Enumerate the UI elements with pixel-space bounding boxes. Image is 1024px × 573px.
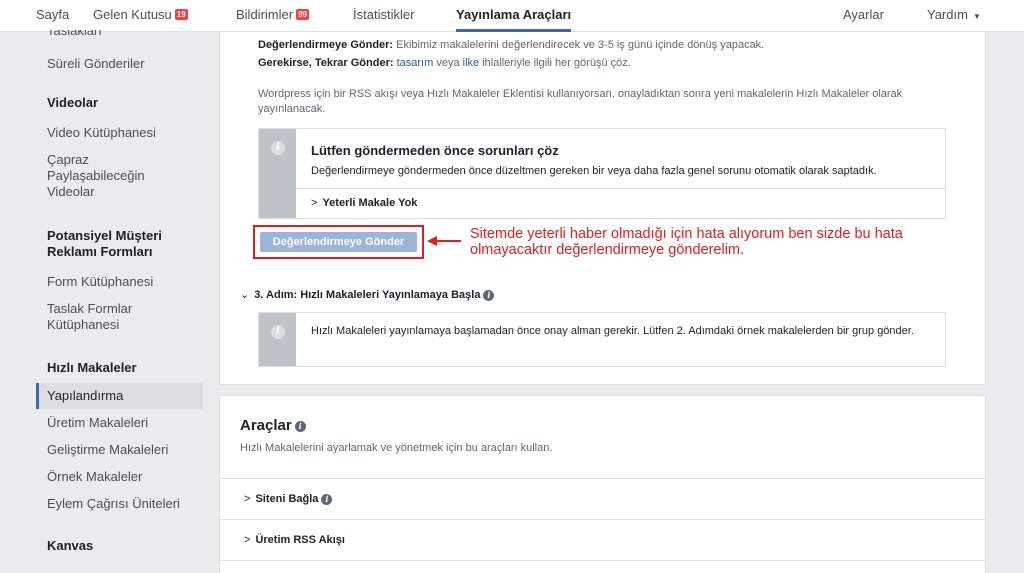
step3-title: 3. Adım: Hızlı Makaleleri Yayınlamaya Ba… <box>254 289 481 301</box>
sidebar-heading-label: Reklamı Formları <box>47 244 153 259</box>
tools-title-label: Araçlar <box>240 417 292 434</box>
tab-ayarlar[interactable]: Ayarlar <box>843 0 884 32</box>
annotation-line: olmayacaktır değerlendirmeye gönderelim. <box>470 242 745 258</box>
tools-panel: Araçlar i Hızlı Makalelerini ayarlamak ve… <box>219 395 986 573</box>
help-menu-label: Yardım <box>927 7 968 22</box>
step3-notice: i Hızlı Makaleleri yayınlamaya başlamada… <box>258 312 946 367</box>
review-step-line: Değerlendirmeye Gönder: Ekibimiz makalel… <box>258 39 764 51</box>
tools-row-label: > Siteni Bağla i <box>244 493 333 505</box>
tools-row-connect-site[interactable]: > Siteni Bağla i <box>220 478 985 518</box>
design-link[interactable]: tasarım <box>397 57 434 69</box>
tab-gelen-kutusu[interactable]: Gelen Kutusu 19 <box>93 0 188 32</box>
help-icon[interactable]: i <box>483 289 495 301</box>
policy-link[interactable]: ilke <box>463 57 480 69</box>
issues-item-expand[interactable]: > Yeterli Makale Yok <box>311 197 417 209</box>
sidebar: Taslakları Süreli Gönderiler Videolar Vi… <box>0 30 218 573</box>
tab-sayfa-label: Sayfa <box>36 7 70 22</box>
annotation-line: Sitemde yeterli haber olmadığı için hata… <box>470 226 903 242</box>
review-step-text: Ekibimiz makalelerini değerlendirecek ve… <box>396 39 765 51</box>
sidebar-item-yapilandirma[interactable]: Yapılandırma <box>36 383 203 409</box>
issues-title: Lütfen göndermeden önce sorunları çöz <box>311 143 559 158</box>
tab-yayinlama-araclari-label: Yayınlama Araçları <box>456 7 572 22</box>
sidebar-item-taslak-formlar[interactable]: Taslak Formlar Kütüphanesi <box>47 301 207 333</box>
red-arrow-icon <box>427 236 461 246</box>
tab-yayinlama-araclari[interactable]: Yayınlama Araçları <box>456 0 572 32</box>
or-text: veya <box>436 57 460 69</box>
step3-header[interactable]: ⌄ 3. Adım: Hızlı Makaleleri Yayınlamaya B… <box>240 288 495 301</box>
tools-row-next[interactable] <box>220 560 985 573</box>
submit-for-review-button[interactable]: Değerlendirmeye Gönder <box>260 232 417 252</box>
review-step-label: Değerlendirmeye Gönder: <box>258 39 394 51</box>
help-icon[interactable]: i <box>294 420 306 432</box>
tab-istatistikler-label: İstatistikler <box>353 7 415 22</box>
sidebar-item-label: Videolar <box>47 184 95 199</box>
chevron-right-icon: > <box>244 534 251 546</box>
help-icon[interactable]: i <box>321 493 333 505</box>
sidebar-item-video-kutuphanesi[interactable]: Video Kütüphanesi <box>47 125 207 141</box>
tools-row-production-rss[interactable]: > Üretim RSS Akışı <box>220 519 985 559</box>
tools-subtitle: Hızlı Makalelerini ayarlamak ve yönetmek… <box>240 442 553 454</box>
info-icon: i <box>271 141 285 155</box>
notifications-count-badge: 99 <box>296 9 309 21</box>
issues-text: Değerlendirmeye göndermeden önce düzeltm… <box>311 165 877 177</box>
tab-ayarlar-label: Ayarlar <box>843 7 884 22</box>
sidebar-item-label: Paylaşabileceğin <box>47 168 145 183</box>
annotation-text: Sitemde yeterli haber olmadığı için hata… <box>470 226 970 258</box>
tab-istatistikler[interactable]: İstatistikler <box>353 0 414 32</box>
help-menu[interactable]: Yardım ▼ <box>927 0 981 32</box>
chevron-right-icon: > <box>244 493 251 505</box>
issues-item-label: Yeterli Makale Yok <box>322 197 418 209</box>
top-navigation: Sayfa Gelen Kutusu 19 Bildirimler 99 İstat… <box>0 0 1024 32</box>
production-rss-label: Üretim RSS Akışı <box>255 534 345 546</box>
sidebar-item-capraz-paylasabilecegin-videolar[interactable]: Çapraz Paylaşabileceğin Videolar <box>47 152 207 200</box>
setup-panel: Değerlendirmeye Gönder: Ekibimiz makalel… <box>219 32 986 385</box>
chevron-right-icon: > <box>311 197 318 209</box>
sidebar-heading-label: Potansiyel Müşteri <box>47 228 162 243</box>
tab-sayfa[interactable]: Sayfa <box>36 0 69 32</box>
sidebar-item-label: Taslak Formlar <box>47 301 133 316</box>
resubmit-line: Gerekirse, Tekrar Gönder: tasarım veya i… <box>258 57 631 69</box>
info-icon: i <box>271 325 285 339</box>
step3-text: Hızlı Makaleleri yayınlamaya başlamadan … <box>311 325 914 337</box>
sidebar-heading-hizli-makaleler: Hızlı Makaleler <box>47 360 137 375</box>
tools-row-label: > Üretim RSS Akışı <box>244 534 345 546</box>
sidebar-heading-potansiyel-musteri: Potansiyel Müşteri Reklamı Formları <box>47 228 207 260</box>
tab-gelen-kutusu-label: Gelen Kutusu <box>93 7 172 22</box>
tab-bildirimler-label: Bildirimler <box>236 7 294 22</box>
chevron-down-icon: ⌄ <box>240 289 250 301</box>
tab-bildirimler[interactable]: Bildirimler 99 <box>236 0 309 32</box>
inbox-count-badge: 19 <box>174 9 188 21</box>
sidebar-item-form-kutuphanesi[interactable]: Form Kütüphanesi <box>47 274 207 290</box>
sidebar-item-label: Kütüphanesi <box>47 317 120 332</box>
sidebar-item-taslaklari[interactable]: Taslakları <box>47 30 207 40</box>
rss-note: Wordpress için bir RSS akışı veya Hızlı … <box>258 88 903 115</box>
sidebar-item-sureli-gonderiler[interactable]: Süreli Gönderiler <box>47 56 207 72</box>
connect-site-label: Siteni Bağla <box>255 493 319 505</box>
sidebar-heading-videolar: Videolar <box>47 95 99 110</box>
sidebar-item-gelistirme-makaleleri[interactable]: Geliştirme Makaleleri <box>47 442 207 458</box>
issues-notice: i Lütfen göndermeden önce sorunları çöz … <box>258 128 946 219</box>
sidebar-item-label: Taslakları <box>47 30 102 38</box>
resubmit-label: Gerekirse, Tekrar Gönder: <box>258 57 394 69</box>
sidebar-item-label: Çapraz <box>47 152 89 167</box>
submit-highlight-box: Değerlendirmeye Gönder <box>253 225 424 259</box>
tools-title: Araçlar i <box>240 417 306 434</box>
notice-rail <box>259 313 296 366</box>
notice-divider <box>296 188 945 189</box>
caret-down-icon: ▼ <box>972 12 981 21</box>
sidebar-item-ornek-makaleler[interactable]: Örnek Makaleler <box>47 469 207 485</box>
sidebar-item-eylem-cagrisi-uniteleri[interactable]: Eylem Çağrısı Üniteleri <box>47 496 207 512</box>
resubmit-text: ihlalleriyle ilgili her görüşü çöz. <box>482 57 631 69</box>
sidebar-item-uretim-makaleleri[interactable]: Üretim Makaleleri <box>47 415 207 431</box>
sidebar-heading-kanvas: Kanvas <box>47 538 94 553</box>
